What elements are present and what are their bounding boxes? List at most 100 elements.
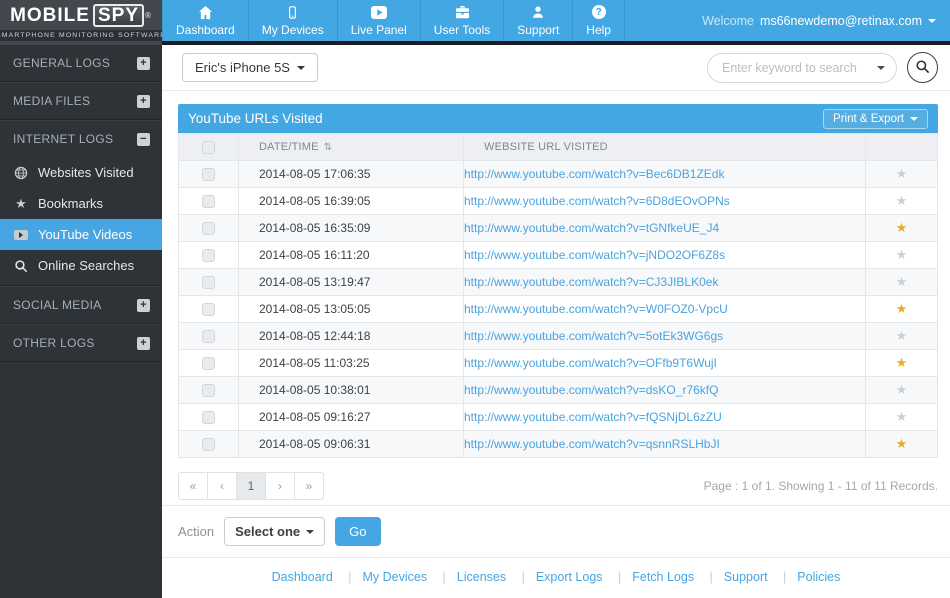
sidebar-item-bookmarks[interactable]: ★ Bookmarks <box>0 188 162 219</box>
nav-support[interactable]: Support <box>504 0 573 41</box>
plus-icon[interactable]: + <box>137 337 150 350</box>
sidebar-item-youtube-videos[interactable]: YouTube Videos <box>0 219 162 250</box>
page-number-button[interactable]: 1 <box>236 472 266 500</box>
page-prev-button[interactable]: ‹ <box>207 472 237 500</box>
account-menu[interactable]: Welcome ms66newdemo@retinax.com <box>702 0 950 41</box>
row-url-link[interactable]: http://www.youtube.com/watch?v=dsKO_r76k… <box>464 383 718 397</box>
sidebar-group-header-social-media[interactable]: SOCIAL MEDIA + <box>0 286 162 323</box>
search-input[interactable] <box>707 53 897 83</box>
nav-label: Dashboard <box>176 23 235 37</box>
star-icon[interactable]: ★ <box>896 301 908 316</box>
star-icon[interactable]: ★ <box>896 436 908 451</box>
footer-link-support[interactable]: Support <box>699 570 768 584</box>
nav-help[interactable]: ? Help <box>573 0 625 41</box>
caret-down-icon <box>910 117 918 121</box>
print-export-button[interactable]: Print & Export <box>823 109 928 129</box>
star-icon[interactable]: ★ <box>896 382 908 397</box>
column-header-datetime[interactable]: DATE/TIME⇅ <box>239 134 464 161</box>
star-icon[interactable]: ★ <box>896 166 908 181</box>
row-checkbox[interactable] <box>202 222 215 235</box>
star-icon[interactable]: ★ <box>896 409 908 424</box>
youtube-urls-table: DATE/TIME⇅ WEBSITE URL VISITED 2014-08-0… <box>178 133 938 458</box>
sort-icon[interactable]: ⇅ <box>324 142 333 153</box>
caret-down-icon <box>928 19 936 23</box>
row-datetime: 2014-08-05 16:39:05 <box>239 188 464 215</box>
pager-buttons: « ‹ 1 › » <box>178 472 324 500</box>
nav-my-devices[interactable]: My Devices <box>249 0 338 41</box>
table-row: 2014-08-05 11:03:25 http://www.youtube.c… <box>179 350 938 377</box>
star-icon[interactable]: ★ <box>896 220 908 235</box>
row-url-link[interactable]: http://www.youtube.com/watch?v=6D8dEOvOP… <box>464 194 730 208</box>
group-label: INTERNET LOGS <box>13 132 113 146</box>
footer-link-licenses[interactable]: Licenses <box>432 570 507 584</box>
footer-link-fetch-logs[interactable]: Fetch Logs <box>607 570 694 584</box>
row-url-link[interactable]: http://www.youtube.com/watch?v=OFfb9T6Wu… <box>464 356 717 370</box>
row-url-link[interactable]: http://www.youtube.com/watch?v=qsnnRSLHb… <box>464 437 720 451</box>
row-checkbox[interactable] <box>202 195 215 208</box>
footer-link-dashboard[interactable]: Dashboard <box>272 570 333 584</box>
plus-icon[interactable]: + <box>137 299 150 312</box>
sidebar-group-header-other-logs[interactable]: OTHER LOGS + <box>0 324 162 361</box>
footer-link-my-devices[interactable]: My Devices <box>337 570 427 584</box>
group-label: GENERAL LOGS <box>13 56 110 70</box>
star-icon: ★ <box>13 197 29 210</box>
device-selector[interactable]: Eric's iPhone 5S <box>182 53 318 82</box>
star-icon[interactable]: ★ <box>896 328 908 343</box>
search-button[interactable] <box>907 52 938 83</box>
go-button[interactable]: Go <box>335 517 380 546</box>
row-checkbox[interactable] <box>202 249 215 262</box>
select-all-checkbox[interactable] <box>202 141 215 154</box>
row-datetime: 2014-08-05 17:06:35 <box>239 161 464 188</box>
row-url-link[interactable]: http://www.youtube.com/watch?v=W0FOZ0-Vp… <box>464 302 728 316</box>
sidebar-item-online-searches[interactable]: Online Searches <box>0 250 162 281</box>
sidebar-group-social-media: SOCIAL MEDIA + <box>0 286 162 324</box>
globe-icon <box>13 166 29 180</box>
row-checkbox[interactable] <box>202 357 215 370</box>
nav-label: User Tools <box>434 23 490 37</box>
row-url-link[interactable]: http://www.youtube.com/watch?v=jNDO2OF6Z… <box>464 248 725 262</box>
minus-icon[interactable]: − <box>137 133 150 146</box>
nav-live-panel[interactable]: Live Panel <box>338 0 421 41</box>
nav-label: Support <box>517 23 559 37</box>
action-label: Action <box>178 524 214 539</box>
smartphone-icon <box>286 5 299 20</box>
star-icon[interactable]: ★ <box>896 247 908 262</box>
table-row: 2014-08-05 12:44:18 http://www.youtube.c… <box>179 323 938 350</box>
footer-link-export-logs[interactable]: Export Logs <box>511 570 603 584</box>
sidebar-group-header-media-files[interactable]: MEDIA FILES + <box>0 82 162 119</box>
row-checkbox[interactable] <box>202 384 215 397</box>
row-datetime: 2014-08-05 16:11:20 <box>239 242 464 269</box>
page-next-button[interactable]: › <box>265 472 295 500</box>
page-last-button[interactable]: » <box>294 472 324 500</box>
panel-header: YouTube URLs Visited Print & Export <box>178 104 938 133</box>
row-url-link[interactable]: http://www.youtube.com/watch?v=CJ3JIBLK0… <box>464 275 718 289</box>
row-checkbox[interactable] <box>202 303 215 316</box>
row-url-link[interactable]: http://www.youtube.com/watch?v=Bec6DB1ZE… <box>464 167 724 181</box>
row-checkbox[interactable] <box>202 276 215 289</box>
action-select[interactable]: Select one <box>224 517 325 546</box>
star-icon[interactable]: ★ <box>896 193 908 208</box>
row-datetime: 2014-08-05 13:05:05 <box>239 296 464 323</box>
row-checkbox[interactable] <box>202 330 215 343</box>
row-checkbox[interactable] <box>202 168 215 181</box>
account-email: ms66newdemo@retinax.com <box>760 14 922 28</box>
row-url-link[interactable]: http://www.youtube.com/watch?v=tGNfkeUE_… <box>464 221 719 235</box>
plus-icon[interactable]: + <box>137 95 150 108</box>
row-checkbox[interactable] <box>202 411 215 424</box>
row-url-link[interactable]: http://www.youtube.com/watch?v=5otEk3WG6… <box>464 329 723 343</box>
nav-user-tools[interactable]: User Tools <box>421 0 504 41</box>
table-row: 2014-08-05 16:39:05 http://www.youtube.c… <box>179 188 938 215</box>
caret-down-icon[interactable] <box>877 66 885 70</box>
page-first-button[interactable]: « <box>178 472 208 500</box>
sidebar-item-websites-visited[interactable]: Websites Visited <box>0 157 162 188</box>
footer-link-policies[interactable]: Policies <box>772 570 840 584</box>
row-url-link[interactable]: http://www.youtube.com/watch?v=fQSNjDL6z… <box>464 410 722 424</box>
nav-dashboard[interactable]: Dashboard <box>162 0 249 41</box>
star-icon[interactable]: ★ <box>896 355 908 370</box>
sidebar-group-header-general-logs[interactable]: GENERAL LOGS + <box>0 45 162 81</box>
sidebar-group-header-internet-logs[interactable]: INTERNET LOGS − <box>0 120 162 157</box>
row-checkbox[interactable] <box>202 438 215 451</box>
registered-mark: ® <box>145 12 152 20</box>
plus-icon[interactable]: + <box>137 57 150 70</box>
star-icon[interactable]: ★ <box>896 274 908 289</box>
